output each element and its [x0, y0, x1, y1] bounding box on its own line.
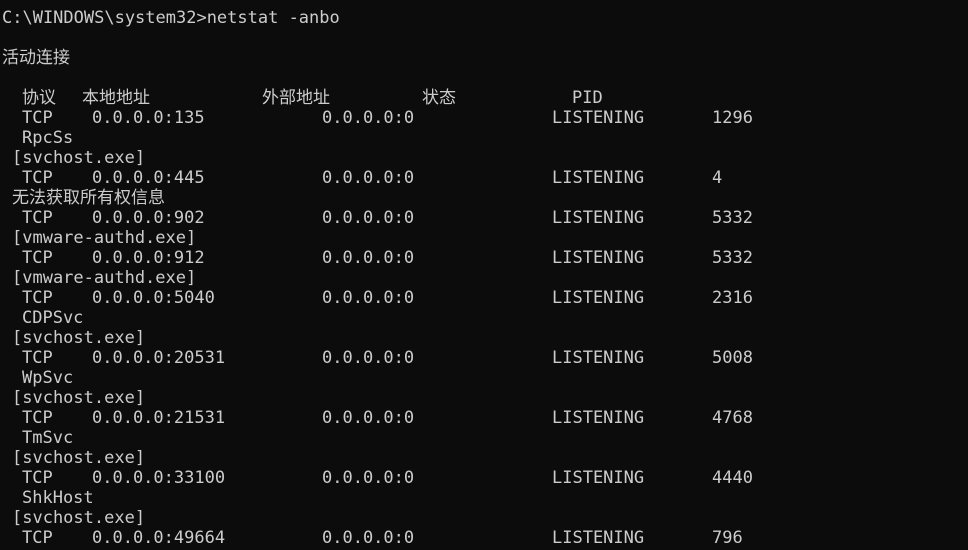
row-pid: 5008: [712, 348, 753, 368]
console-window[interactable]: C:\WINDOWS\system32>netstat -anbo 活动连接 协…: [0, 0, 968, 550]
header-state: 状态: [422, 88, 456, 108]
service-name: ShkHost: [22, 488, 94, 508]
row-local: 0.0.0.0:912: [92, 248, 205, 268]
table-row: TCP 0.0.0.0:135 0.0.0.0:0 LISTENING 1296: [0, 108, 753, 128]
row-state: LISTENING: [552, 108, 645, 128]
process-name: [vmware-authd.exe]: [12, 228, 197, 248]
process-name: [vmware-authd.exe]: [12, 268, 197, 288]
row-foreign: 0.0.0.0:0: [322, 528, 415, 548]
process-name-line: [svchost.exe]: [0, 508, 145, 528]
process-name: [svchost.exe]: [12, 328, 146, 348]
process-name: [svchost.exe]: [12, 448, 146, 468]
row-local: 0.0.0.0:49664: [92, 528, 226, 548]
service-name-line: ShkHost: [0, 488, 94, 508]
row-pid: 796: [712, 528, 743, 548]
row-foreign: 0.0.0.0:0: [322, 408, 415, 428]
row-foreign: 0.0.0.0:0: [322, 288, 415, 308]
table-header: 协议 本地地址 外部地址 状态 PID: [0, 88, 603, 108]
row-pid: 5332: [712, 248, 753, 268]
service-name-line: CDPSvc: [0, 308, 83, 328]
row-state: LISTENING: [552, 468, 645, 488]
table-row: TCP 0.0.0.0:21531 0.0.0.0:0 LISTENING 47…: [0, 408, 753, 428]
row-pid: 5332: [712, 208, 753, 228]
row-proto: TCP: [22, 248, 53, 268]
row-foreign: 0.0.0.0:0: [322, 168, 415, 188]
row-state: LISTENING: [552, 408, 645, 428]
row-foreign: 0.0.0.0:0: [322, 348, 415, 368]
ownership-message-line: 无法获取所有权信息: [0, 188, 165, 208]
row-proto: TCP: [22, 288, 53, 308]
row-local: 0.0.0.0:21531: [92, 408, 226, 428]
row-pid: 2316: [712, 288, 753, 308]
row-pid: 4: [712, 168, 723, 188]
row-proto: TCP: [22, 468, 53, 488]
service-name: TmSvc: [22, 428, 74, 448]
table-row: TCP 0.0.0.0:912 0.0.0.0:0 LISTENING 5332: [0, 248, 753, 268]
row-local: 0.0.0.0:902: [92, 208, 205, 228]
process-name-line: [svchost.exe]: [0, 388, 145, 408]
table-row: TCP 0.0.0.0:49664 0.0.0.0:0 LISTENING 79…: [0, 528, 743, 548]
process-name: [svchost.exe]: [12, 508, 146, 528]
row-state: LISTENING: [552, 288, 645, 308]
row-state: LISTENING: [552, 168, 645, 188]
service-name-line: RpcSs: [0, 128, 73, 148]
table-row: TCP 0.0.0.0:20531 0.0.0.0:0 LISTENING 50…: [0, 348, 753, 368]
header-foreign: 外部地址: [262, 88, 330, 108]
process-name-line: [svchost.exe]: [0, 148, 145, 168]
row-state: LISTENING: [552, 208, 645, 228]
process-name-line: [svchost.exe]: [0, 448, 145, 468]
row-proto: TCP: [22, 168, 53, 188]
service-name-line: TmSvc: [0, 428, 73, 448]
row-foreign: 0.0.0.0:0: [322, 248, 415, 268]
row-local: 0.0.0.0:33100: [92, 468, 226, 488]
row-proto: TCP: [22, 208, 53, 228]
service-name-line: WpSvc: [0, 368, 73, 388]
table-row: TCP 0.0.0.0:902 0.0.0.0:0 LISTENING 5332: [0, 208, 753, 228]
row-foreign: 0.0.0.0:0: [322, 208, 415, 228]
process-name-line: [vmware-authd.exe]: [0, 268, 196, 288]
process-name: [svchost.exe]: [12, 148, 146, 168]
command-prompt-line: C:\WINDOWS\system32>netstat -anbo: [0, 8, 340, 28]
process-name: [svchost.exe]: [12, 388, 146, 408]
section-title-text: 活动连接: [2, 48, 70, 68]
row-local: 0.0.0.0:135: [92, 108, 205, 128]
row-local: 0.0.0.0:5040: [92, 288, 215, 308]
row-state: LISTENING: [552, 248, 645, 268]
row-state: LISTENING: [552, 528, 645, 548]
row-foreign: 0.0.0.0:0: [322, 108, 415, 128]
row-local: 0.0.0.0:20531: [92, 348, 226, 368]
service-name: WpSvc: [22, 368, 74, 388]
header-proto: 协议: [22, 88, 56, 108]
process-name-line: [vmware-authd.exe]: [0, 228, 196, 248]
table-row: TCP 0.0.0.0:5040 0.0.0.0:0 LISTENING 231…: [0, 288, 753, 308]
row-foreign: 0.0.0.0:0: [322, 468, 415, 488]
header-pid: PID: [572, 88, 603, 108]
process-name-line: [svchost.exe]: [0, 328, 145, 348]
table-row: TCP 0.0.0.0:445 0.0.0.0:0 LISTENING 4: [0, 168, 722, 188]
row-pid: 4768: [712, 408, 753, 428]
header-local: 本地地址: [82, 88, 150, 108]
ownership-message: 无法获取所有权信息: [12, 188, 165, 208]
row-proto: TCP: [22, 408, 53, 428]
row-state: LISTENING: [552, 348, 645, 368]
row-proto: TCP: [22, 108, 53, 128]
table-row: TCP 0.0.0.0:33100 0.0.0.0:0 LISTENING 44…: [0, 468, 753, 488]
row-pid: 4440: [712, 468, 753, 488]
section-title: 活动连接: [0, 48, 70, 68]
row-local: 0.0.0.0:445: [92, 168, 205, 188]
row-proto: TCP: [22, 528, 53, 548]
row-proto: TCP: [22, 348, 53, 368]
row-pid: 1296: [712, 108, 753, 128]
command-text: C:\WINDOWS\system32>netstat -anbo: [2, 8, 340, 28]
service-name: RpcSs: [22, 128, 74, 148]
service-name: CDPSvc: [22, 308, 84, 328]
